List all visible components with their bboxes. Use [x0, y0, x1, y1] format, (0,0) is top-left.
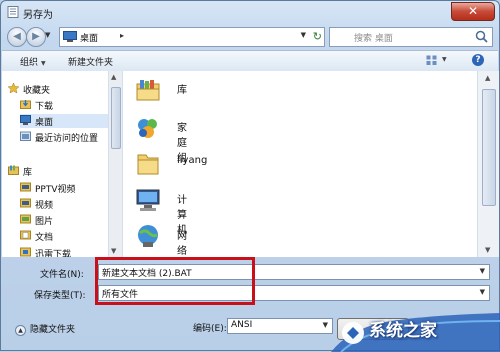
refresh-icon[interactable]: ↻: [313, 30, 322, 43]
file-list-scrollbar[interactable]: ▲ ▼: [477, 71, 499, 257]
desktop-icon: [63, 31, 77, 42]
chevron-down-icon[interactable]: ▼: [480, 288, 485, 296]
savetype-label: 保存类型(T):: [34, 291, 86, 301]
sidebar-item-label: 图片: [35, 217, 54, 227]
file-name: 网络: [177, 231, 187, 257]
toolbar: 组织 ▼ 新建文件夹 ▼ ?: [2, 50, 498, 72]
download-folder-icon: [20, 100, 31, 109]
chevron-down-icon: ▼: [41, 60, 46, 67]
filename-label: 文件名(N):: [40, 270, 84, 280]
scrollbar-thumb[interactable]: [111, 87, 121, 149]
address-dropdown-icon[interactable]: ▼: [301, 31, 306, 39]
navigation-pane: 收藏夹 下载 桌面 最近访问的位置 库 PPTV视频 视频 图片 文档 迅雷下载: [2, 71, 123, 257]
sidebar-item-label: 视频: [35, 201, 54, 211]
notepad-icon: [7, 6, 19, 18]
file-list: 库 家庭组 liyang 计算机 网络: [123, 71, 477, 257]
hide-folders-button[interactable]: ▲ 隐藏文件夹: [15, 322, 75, 336]
organize-button[interactable]: 组织 ▼: [20, 55, 46, 68]
window-title: 另存为: [23, 10, 53, 21]
search-input[interactable]: 搜索 桌面: [354, 31, 393, 44]
encoding-value[interactable]: ANSI: [231, 320, 252, 330]
sidebar-item-label: 库: [23, 168, 33, 178]
title-bar: 另存为 ✕: [1, 1, 499, 23]
recent-places-icon: [20, 131, 31, 141]
search-box[interactable]: 搜索 桌面: [329, 27, 493, 47]
file-name: 库: [177, 85, 187, 96]
chevron-down-icon[interactable]: ▼: [480, 267, 485, 275]
desktop-icon: [20, 115, 31, 125]
file-name: liyang: [177, 155, 208, 166]
sidebar-item-label: 迅雷下载: [35, 250, 72, 257]
help-icon[interactable]: ?: [472, 54, 484, 66]
computer-icon: [136, 189, 160, 211]
site-watermark: 系统之家: [331, 307, 500, 352]
view-options-icon[interactable]: [426, 55, 438, 66]
highlight-annotation: [95, 257, 255, 305]
watermark-text: 系统之家: [369, 321, 437, 341]
sidebar-item-label: PPTV视频: [35, 185, 76, 195]
hide-folders-label: 隐藏文件夹: [30, 325, 76, 335]
close-button[interactable]: ✕: [451, 2, 495, 21]
collapse-icon: ▲: [15, 325, 26, 336]
organize-label: 组织: [20, 58, 39, 68]
new-folder-button[interactable]: 新建文件夹: [68, 55, 113, 68]
sidebar-item-label: 文档: [35, 233, 54, 243]
user-folder-icon: [137, 154, 159, 175]
sidebar-item-label: 桌面: [35, 118, 54, 128]
star-icon: [8, 83, 19, 93]
sidebar-item-label: 下载: [35, 102, 54, 112]
network-icon: [138, 225, 158, 247]
sidebar-item-desktop[interactable]: 桌面: [20, 114, 116, 128]
scrollbar-thumb[interactable]: [482, 89, 496, 206]
scroll-up-icon[interactable]: ▲: [111, 73, 116, 81]
chevron-right-icon[interactable]: ▸: [120, 31, 124, 40]
download-folder-icon: [20, 247, 31, 257]
save-as-dialog: 另存为 ✕ ◀ ▶ ▼ 桌面 ▸ ▼ ↻ 搜索 桌面 组织 ▼ 新建文件夹 ▼ ?: [0, 0, 500, 352]
document-library-icon: [20, 230, 31, 240]
video-library-icon: [20, 182, 31, 192]
picture-library-icon: [20, 214, 31, 224]
view-dropdown-icon[interactable]: ▼: [442, 56, 447, 63]
recent-pages-dropdown-icon[interactable]: ▼: [45, 31, 50, 39]
library-icon: [136, 80, 160, 101]
encoding-select[interactable]: ANSI ▼: [227, 318, 333, 334]
search-icon[interactable]: [475, 30, 488, 43]
forward-button[interactable]: ▶: [26, 27, 46, 47]
sidebar-item-label: 收藏夹: [23, 86, 51, 96]
homegroup-icon: [138, 119, 157, 138]
encoding-label: 编码(E):: [193, 324, 227, 334]
video-library-icon: [20, 198, 31, 208]
scroll-down-icon[interactable]: ▼: [111, 247, 116, 255]
chevron-down-icon[interactable]: ▼: [323, 321, 328, 329]
sidebar-item-label: 最近访问的位置: [35, 134, 99, 144]
address-bar[interactable]: 桌面 ▸ ▼ ↻: [59, 27, 325, 47]
scroll-down-icon[interactable]: ▼: [485, 246, 490, 254]
library-icon: [8, 165, 19, 175]
scroll-up-icon[interactable]: ▲: [485, 74, 490, 82]
nav-pane-scrollbar[interactable]: ▲ ▼: [108, 71, 122, 257]
back-button[interactable]: ◀: [7, 27, 27, 47]
address-location[interactable]: 桌面: [80, 31, 98, 44]
